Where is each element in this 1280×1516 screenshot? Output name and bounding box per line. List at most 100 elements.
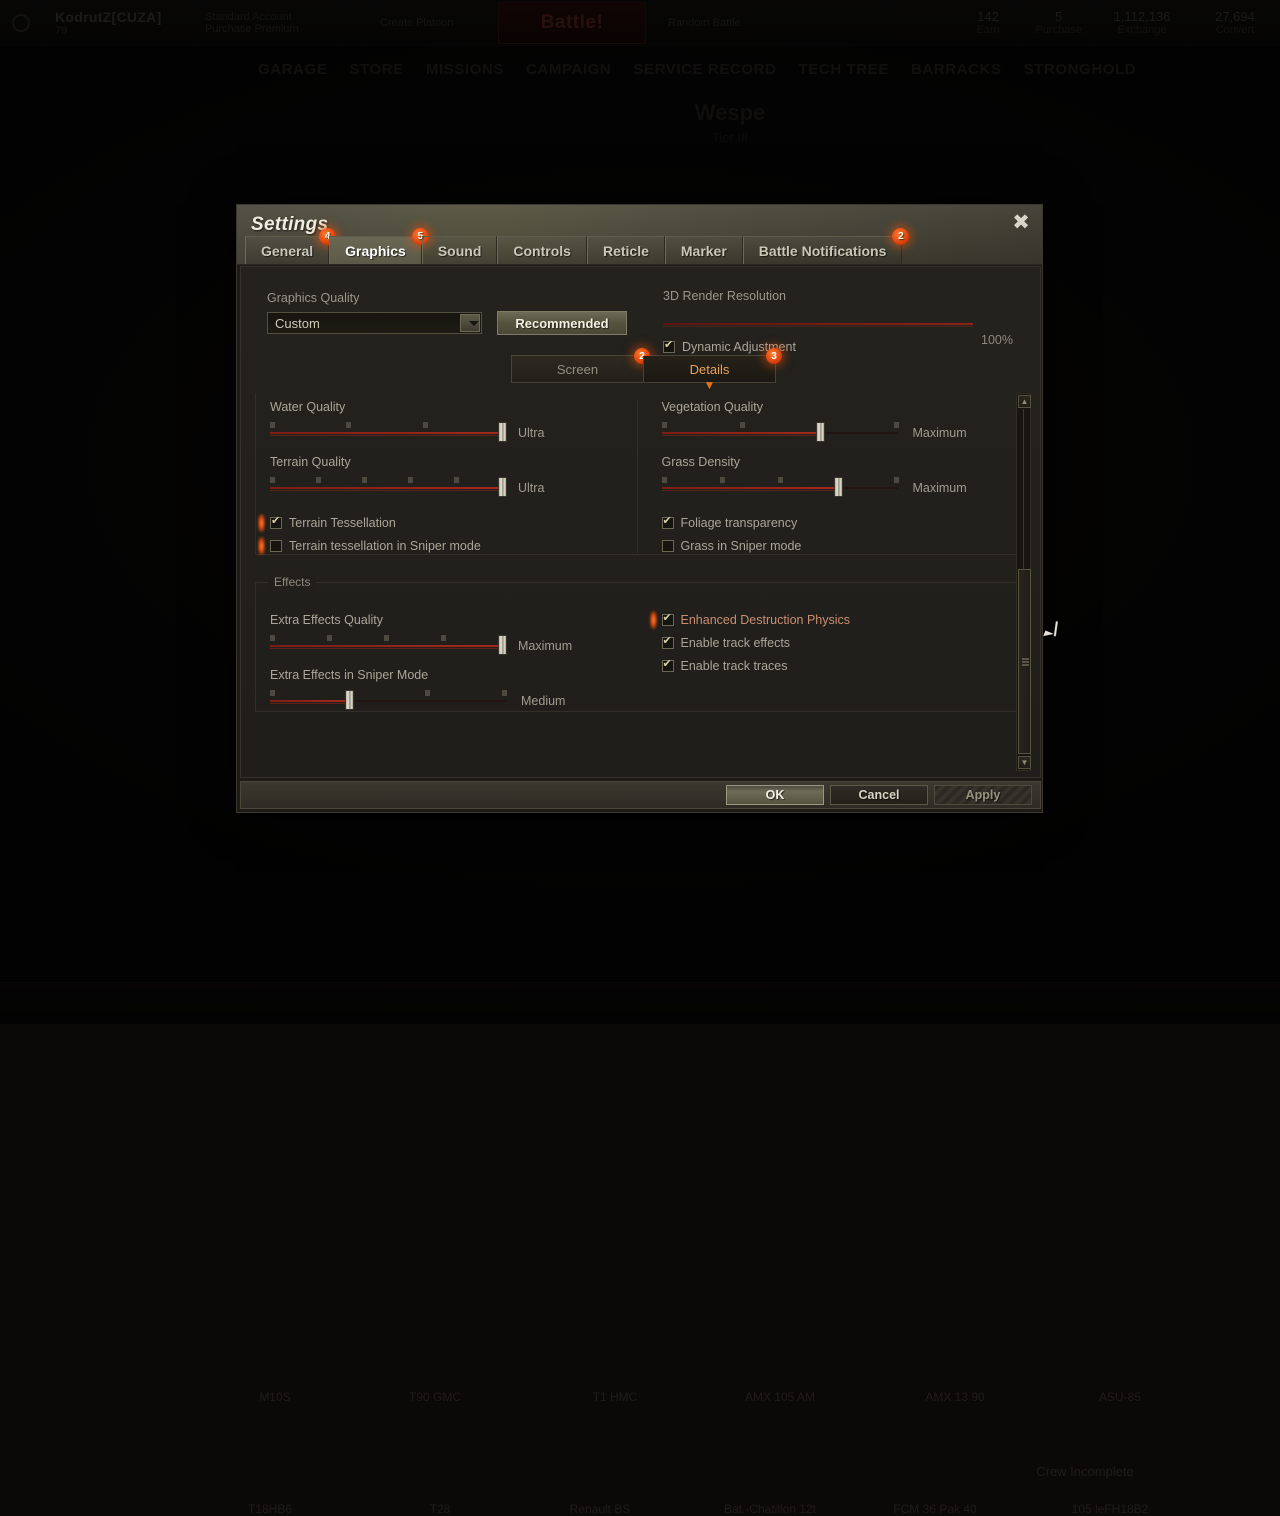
settings-scroll-content: Terrain and Water Vegetation Water Quali… (255, 393, 1020, 712)
water-quality-value: Ultra (518, 426, 544, 440)
extra-effects-sniper-handle[interactable] (345, 690, 354, 710)
extra-effects-quality-setting: Extra Effects Quality (270, 613, 618, 658)
details-subtab-bar: Screen 2 Details 3 ▼ (511, 355, 776, 383)
extra-effects-quality-handle[interactable] (498, 635, 507, 655)
terrain-quality-setting: Terrain Quality (270, 455, 617, 500)
enable-track-effects-row[interactable]: Enable track effects (662, 636, 1006, 650)
settings-scrollbar[interactable]: ▲ ▼ (1016, 393, 1031, 771)
terrain-tessellation-sniper-row[interactable]: Terrain tessellation in Sniper mode (270, 539, 617, 553)
enable-track-traces-row[interactable]: Enable track traces (662, 659, 1006, 673)
chevron-up-icon[interactable]: ▲ (1018, 395, 1031, 408)
settings-dialog: Settings ✖ General 4 Graphics 5 Sound Co… (236, 204, 1043, 813)
water-quality-handle[interactable] (498, 422, 507, 442)
scrollbar-track[interactable] (1023, 409, 1024, 569)
terrain-quality-handle[interactable] (498, 477, 507, 497)
dynamic-adjustment-checkbox[interactable] (663, 341, 675, 353)
tab-battle-notifications[interactable]: Battle Notifications 2 (743, 236, 903, 264)
carousel-tank[interactable]: 105 leFH18B2 (1045, 1502, 1175, 1516)
render-resolution-value: 100% (981, 333, 1013, 347)
carousel-tank[interactable]: T90 GMC (395, 1390, 475, 1404)
terrain-tessellation-sniper-checkbox[interactable] (270, 540, 282, 552)
tab-reticle-label: Reticle (603, 243, 649, 259)
tab-controls-label: Controls (513, 243, 571, 259)
enhanced-destruction-physics-checkbox[interactable] (662, 614, 674, 626)
enhanced-destruction-physics-label: Enhanced Destruction Physics (681, 613, 851, 627)
subtab-screen[interactable]: Screen 2 (512, 356, 643, 382)
water-quality-slider[interactable]: Ultra (270, 423, 617, 445)
dynamic-adjustment-row[interactable]: Dynamic Adjustment (663, 340, 1013, 354)
foliage-transparency-row[interactable]: Foliage transparency (662, 516, 1006, 530)
tab-controls[interactable]: Controls (497, 236, 587, 264)
extra-effects-quality-label: Extra Effects Quality (270, 613, 618, 627)
extra-effects-sniper-setting: Extra Effects in Sniper Mode (270, 668, 618, 713)
render-resolution-slider[interactable]: 100% (663, 322, 973, 326)
tab-marker[interactable]: Marker (665, 236, 743, 264)
carousel-tank[interactable]: Bat.-Chatillon 12t (700, 1502, 840, 1516)
enable-track-traces-checkbox[interactable] (662, 660, 674, 672)
grass-density-slider[interactable]: Maximum (662, 478, 1006, 500)
dialog-tab-bar: General 4 Graphics 5 Sound Controls Reti… (245, 236, 902, 264)
extra-effects-sniper-value: Medium (521, 694, 565, 708)
enable-track-traces-label: Enable track traces (681, 659, 788, 673)
render-resolution-label: 3D Render Resolution (663, 289, 1013, 303)
grass-density-label: Grass Density (662, 455, 1006, 469)
changed-indicator-icon (258, 514, 265, 532)
subtab-details-badge: 3 (766, 348, 782, 364)
enhanced-destruction-physics-row[interactable]: Enhanced Destruction Physics (662, 613, 1006, 627)
tab-reticle[interactable]: Reticle (587, 236, 665, 264)
carousel-tank[interactable]: AMX 13 90 (910, 1390, 1000, 1404)
carousel-tank[interactable]: T1 HMC (575, 1390, 655, 1404)
carousel-tank[interactable]: T28 (410, 1502, 470, 1516)
extra-effects-quality-value: Maximum (518, 639, 572, 653)
chevron-down-icon[interactable]: ▼ (1018, 756, 1031, 769)
recommended-button[interactable]: Recommended (497, 311, 627, 335)
close-icon[interactable]: ✖ (1010, 213, 1032, 235)
apply-button: Apply (934, 785, 1032, 805)
terrain-quality-slider[interactable]: Ultra (270, 478, 617, 500)
group-legend-effects: Effects (268, 575, 316, 589)
cancel-button[interactable]: Cancel (830, 785, 928, 805)
carousel-tank[interactable]: ASU-85 (1080, 1390, 1160, 1404)
ok-button[interactable]: OK (726, 785, 824, 805)
subtab-details-label: Details (690, 362, 730, 377)
extra-effects-sniper-label: Extra Effects in Sniper Mode (270, 668, 618, 682)
carousel-tank[interactable]: AMX 105 AM (735, 1390, 825, 1404)
group-effects: Effects Extra Effects Quality (255, 582, 1020, 712)
chevron-down-icon[interactable] (460, 314, 480, 332)
water-quality-label: Water Quality (270, 400, 617, 414)
subtab-details[interactable]: Details 3 ▼ (643, 356, 775, 382)
enable-track-effects-checkbox[interactable] (662, 637, 674, 649)
dialog-footer: OK Cancel Apply (240, 781, 1041, 809)
carousel-tank[interactable]: FCM 36 Pak 40 (870, 1502, 1000, 1516)
terrain-water-column: Water Quality (270, 400, 638, 553)
grass-density-value: Maximum (913, 481, 967, 495)
grass-density-handle[interactable] (834, 477, 843, 497)
chevron-down-icon: ▼ (704, 380, 716, 390)
extra-effects-quality-slider[interactable]: Maximum (270, 636, 618, 658)
vegetation-quality-slider[interactable]: Maximum (662, 423, 1006, 445)
tab-battle-notifications-label: Battle Notifications (759, 243, 887, 259)
extra-effects-sniper-slider[interactable]: Medium (270, 691, 618, 713)
tab-general[interactable]: General 4 (245, 236, 329, 264)
render-resolution-fill (663, 323, 973, 325)
terrain-quality-value: Ultra (518, 481, 544, 495)
graphics-quality-select[interactable]: Custom (267, 312, 482, 334)
tab-graphics-label: Graphics (345, 243, 406, 259)
grass-sniper-mode-checkbox[interactable] (662, 540, 674, 552)
tab-sound[interactable]: Sound (422, 236, 498, 264)
carousel-tank[interactable]: Renault BS (550, 1502, 650, 1516)
tab-graphics[interactable]: Graphics 5 (329, 236, 422, 264)
foliage-transparency-checkbox[interactable] (662, 517, 674, 529)
vegetation-quality-handle[interactable] (816, 422, 825, 442)
settings-scroll-viewport: Terrain and Water Vegetation Water Quali… (255, 393, 1020, 771)
scrollbar-thumb[interactable] (1018, 569, 1031, 754)
carousel-tank[interactable]: T18HB6 (230, 1502, 310, 1516)
crew-incomplete-status: Crew Incomplete (1000, 1464, 1170, 1479)
terrain-tessellation-checkbox[interactable] (270, 517, 282, 529)
carousel-tank[interactable]: M10S (235, 1390, 315, 1404)
terrain-tessellation-row[interactable]: Terrain Tessellation (270, 516, 617, 530)
grass-sniper-mode-row[interactable]: Grass in Sniper mode (662, 539, 1006, 553)
grass-density-setting: Grass Density (662, 455, 1006, 500)
foliage-transparency-label: Foliage transparency (681, 516, 798, 530)
enable-track-effects-label: Enable track effects (681, 636, 791, 650)
